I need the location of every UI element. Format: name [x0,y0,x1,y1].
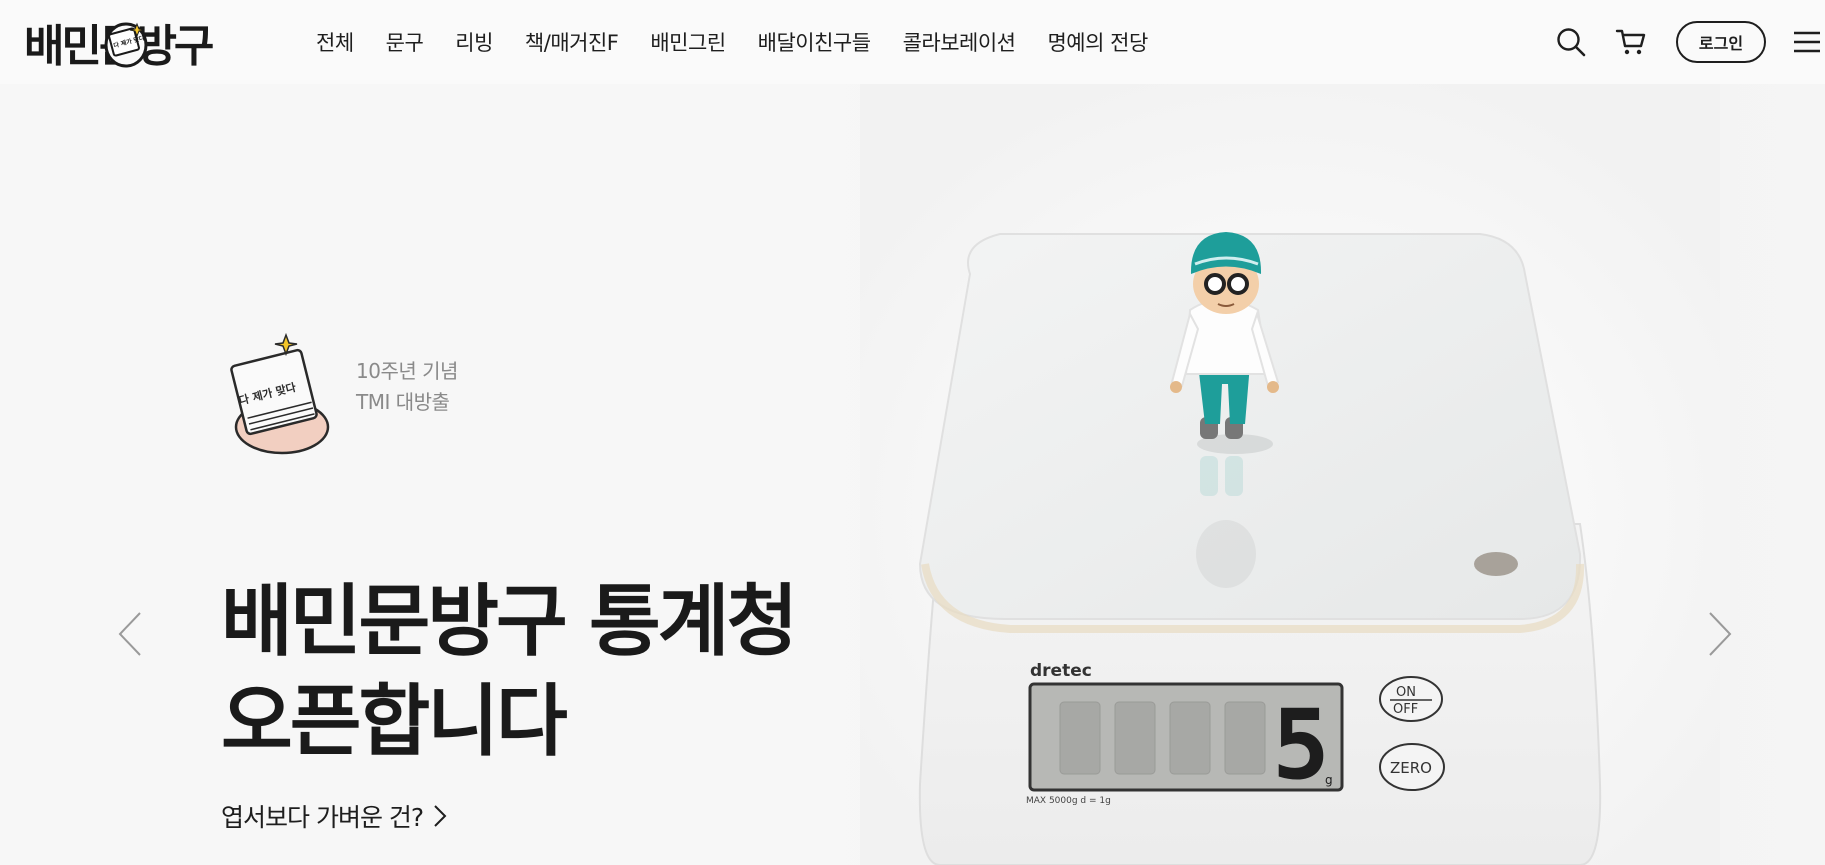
nav-item-living[interactable]: 리빙 [455,27,493,57]
scale-display-unit: g [1325,773,1333,787]
badge-caption-line1: 10주년 기념 [356,359,458,383]
chevron-right-icon [1709,612,1732,656]
scale-off-label: OFF [1393,702,1418,717]
scale-foot-dot [1474,552,1518,576]
hero-cta-link[interactable]: 엽서보다 가벼운 건? [221,798,447,834]
hero-cta-label: 엽서보다 가벼운 건? [221,803,424,832]
scale-zero-label: ZERO [1390,759,1432,777]
site-header: 배민문방구 다 제가 맞다 전체 문구 리빙 책/매거진F 배민그린 배달이친구… [0,0,1825,84]
cart-icon [1615,29,1646,55]
hero-banner: dretec 5 g MAX 5000g d = 1g ON OFF ZERO … [0,84,1825,865]
hero-product-image: dretec 5 g MAX 5000g d = 1g ON OFF ZERO [860,84,1720,865]
login-button[interactable]: 로그인 [1676,21,1766,63]
search-icon [1557,28,1586,57]
badge-caption-line2: TMI 대방출 [356,390,450,414]
nav-item-hall-of-fame[interactable]: 명예의 전당 [1047,27,1148,57]
badge-caption: 10주년 기념 TMI 대방출 [356,356,458,418]
nav-item-collaboration[interactable]: 콜라보레이션 [903,27,1016,57]
hero-title-line2: 오픈합니다 [221,677,568,767]
carousel-next-button[interactable] [1700,609,1740,659]
hero-title: 배민문방구 통계청 오픈합니다 [221,572,798,772]
main-nav: 전체 문구 리빙 책/매거진F 배민그린 배달이친구들 콜라보레이션 명예의 전… [316,0,1180,84]
hamburger-menu-icon [1794,31,1820,53]
scale-brand: dretec [1030,661,1092,681]
scale-display-value: 5 [1272,689,1330,801]
newspaper-badge-icon: 다 제가 맞다 [230,332,330,455]
site-logo[interactable]: 배민문방구 다 제가 맞다 [24,14,244,72]
nav-item-baemin-green[interactable]: 배민그린 [650,27,726,57]
nav-item-stationery[interactable]: 문구 [386,27,424,57]
scale-spec: MAX 5000g d = 1g [1026,796,1111,806]
scale-on-label: ON [1396,685,1416,700]
nav-item-all[interactable]: 전체 [316,27,354,57]
chevron-right-icon [434,805,447,827]
menu-button[interactable] [1787,22,1825,62]
nav-item-books-magazine[interactable]: 책/매거진F [525,27,619,57]
logo-newspaper-icon: 다 제가 맞다 [104,22,148,68]
cart-button[interactable] [1611,22,1651,62]
hero-title-line1: 배민문방구 통계청 [221,577,798,667]
carousel-prev-button[interactable] [110,609,150,659]
search-button[interactable] [1551,22,1591,62]
chevron-left-icon [118,612,141,656]
nav-item-delivery-friends[interactable]: 배달이친구들 [758,27,871,57]
